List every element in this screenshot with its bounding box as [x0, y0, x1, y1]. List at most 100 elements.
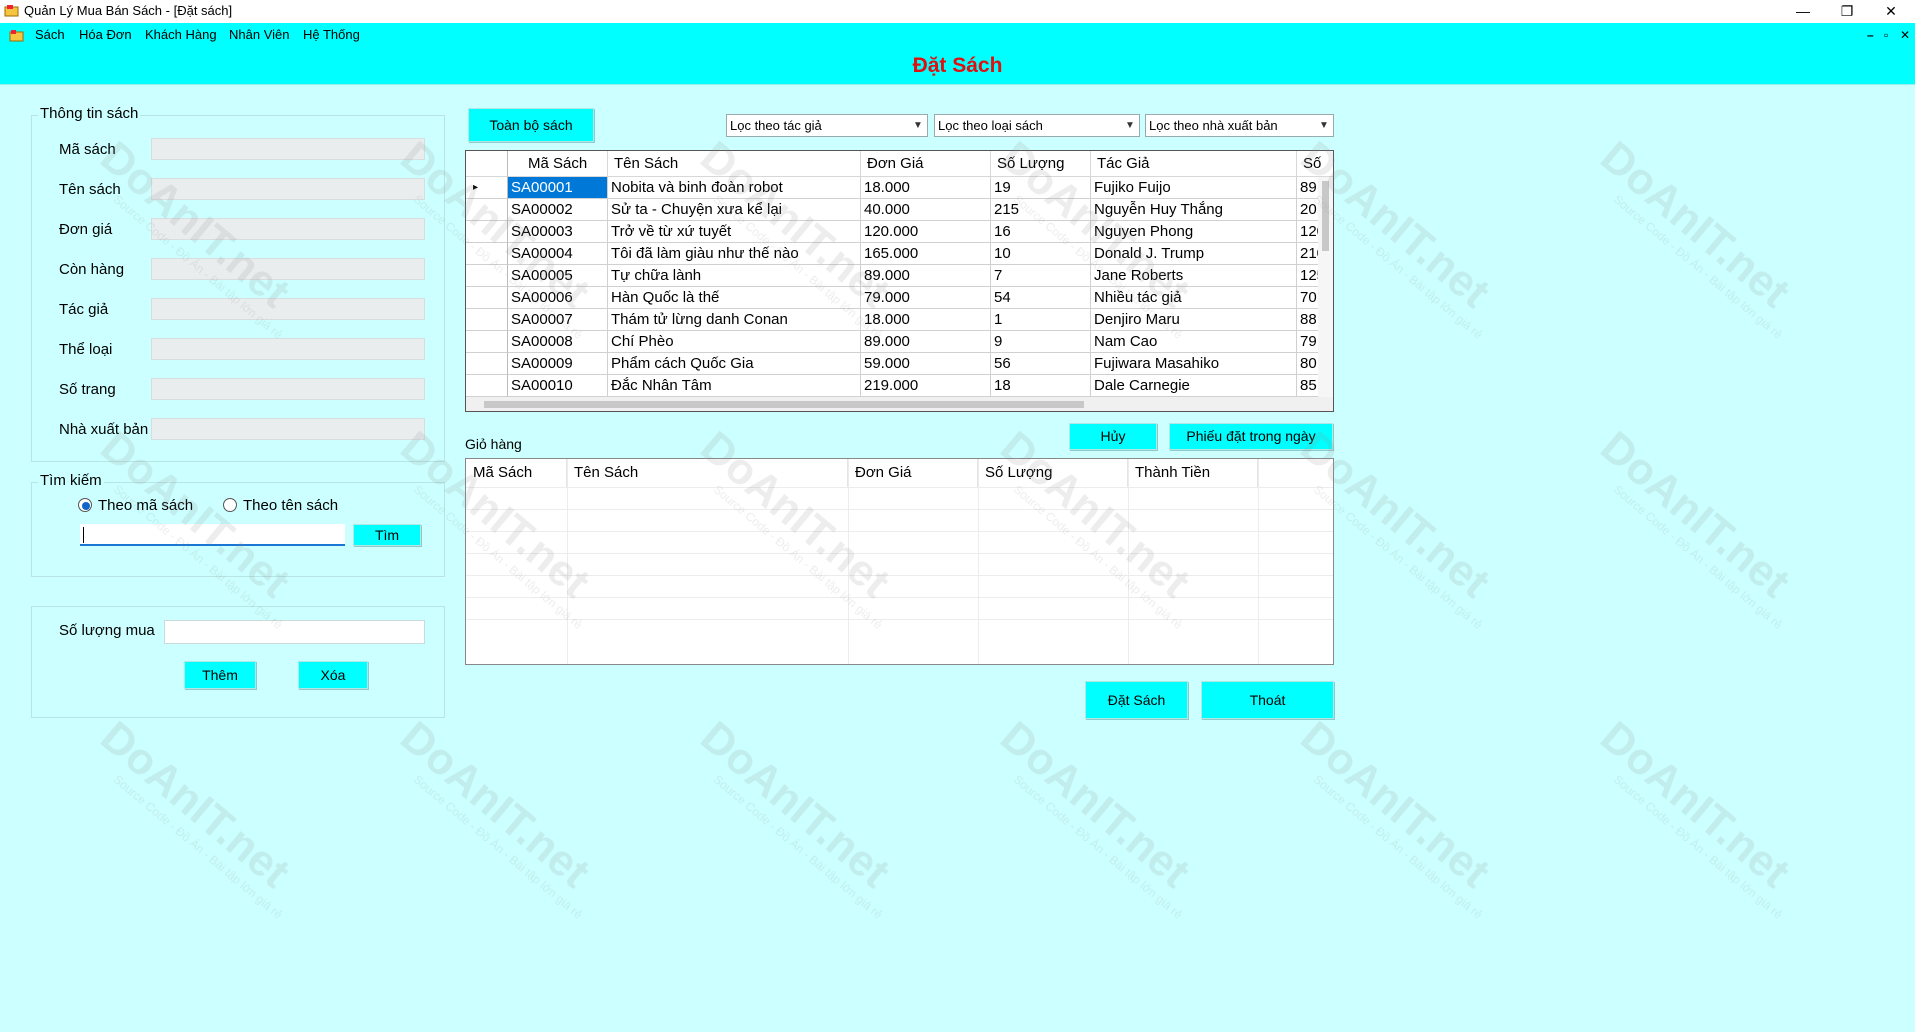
maximize-icon[interactable]: ❐	[1825, 0, 1869, 23]
row-header[interactable]	[466, 309, 508, 331]
table-cell[interactable]: SA00009	[508, 353, 608, 375]
table-cell[interactable]: Chí Phèo	[608, 331, 861, 353]
table-cell[interactable]: 7	[991, 265, 1091, 287]
table-cell[interactable]: SA00006	[508, 287, 608, 309]
scrollbar-thumb[interactable]	[484, 401, 1084, 408]
table-cell[interactable]: 10	[991, 243, 1091, 265]
table-cell[interactable]: SA00004	[508, 243, 608, 265]
col-header-ma-sach[interactable]: Mã Sách	[508, 151, 608, 177]
table-cell[interactable]: Jane Roberts	[1091, 265, 1297, 287]
search-input[interactable]	[80, 524, 345, 546]
table-cell[interactable]: 59.000	[861, 353, 991, 375]
table-cell[interactable]: Hàn Quốc là thế	[608, 287, 861, 309]
close-icon[interactable]: ✕	[1869, 0, 1913, 23]
search-button[interactable]: Tìm	[353, 524, 421, 546]
table-cell[interactable]: 1	[991, 309, 1091, 331]
today-orders-button[interactable]: Phiếu đặt trong ngày	[1169, 423, 1333, 450]
mdi-minimize-icon[interactable]: –	[1867, 26, 1874, 44]
col-header-don-gia[interactable]: Đơn Giá	[861, 151, 991, 177]
author-filter-select[interactable]: Lọc theo tác giả ▼	[726, 114, 928, 137]
radio-by-name[interactable]	[223, 498, 237, 512]
table-cell[interactable]: 54	[991, 287, 1091, 309]
table-cell[interactable]: 79.000	[861, 287, 991, 309]
table-cell[interactable]: Nobita và binh đoàn robot	[608, 177, 861, 199]
order-button[interactable]: Đặt Sách	[1085, 681, 1188, 719]
table-cell[interactable]: Sử ta - Chuyện xưa kể lại	[608, 199, 861, 221]
menu-nhan-vien[interactable]: Nhân Viên	[229, 26, 289, 44]
cart-col-so-luong[interactable]: Số Lượng	[978, 459, 1128, 487]
table-cell[interactable]: 18	[991, 375, 1091, 397]
table-cell[interactable]: 18.000	[861, 309, 991, 331]
all-books-button[interactable]: Toàn bộ sách	[468, 108, 594, 142]
minimize-icon[interactable]: —	[1781, 0, 1825, 23]
radio-by-id[interactable]	[78, 498, 92, 512]
row-header[interactable]: ▸	[466, 177, 508, 199]
table-cell[interactable]: SA00002	[508, 199, 608, 221]
table-cell[interactable]: 215	[991, 199, 1091, 221]
table-cell[interactable]: SA00003	[508, 221, 608, 243]
quantity-input[interactable]	[164, 620, 425, 644]
table-cell[interactable]: Thám tử lừng danh Conan	[608, 309, 861, 331]
vertical-scrollbar[interactable]	[1318, 177, 1333, 397]
table-cell[interactable]: 89.000	[861, 331, 991, 353]
row-header[interactable]	[466, 221, 508, 243]
table-cell[interactable]: SA00007	[508, 309, 608, 331]
category-filter-select[interactable]: Lọc theo loại sách ▼	[934, 114, 1140, 137]
row-header[interactable]	[466, 331, 508, 353]
exit-button[interactable]: Thoát	[1201, 681, 1334, 719]
table-cell[interactable]: Tôi đã làm giàu như thế nào	[608, 243, 861, 265]
row-header[interactable]	[466, 199, 508, 221]
cart-col-ma-sach[interactable]: Mã Sách	[466, 459, 567, 487]
table-cell[interactable]: 9	[991, 331, 1091, 353]
horizontal-scrollbar[interactable]	[466, 397, 1333, 411]
table-cell[interactable]: 19	[991, 177, 1091, 199]
scrollbar-thumb-vertical[interactable]	[1322, 181, 1329, 251]
row-header[interactable]	[466, 287, 508, 309]
col-header-so-luong[interactable]: Số Lượng	[991, 151, 1091, 177]
mdi-restore-icon[interactable]: ▫	[1884, 26, 1888, 44]
table-cell[interactable]: 16	[991, 221, 1091, 243]
row-header[interactable]	[466, 353, 508, 375]
table-cell[interactable]: Dale Carnegie	[1091, 375, 1297, 397]
table-cell[interactable]: Nhiều tác giả	[1091, 287, 1297, 309]
books-grid[interactable]: Mã Sách Tên Sách Đơn Giá Số Lượng Tác Gi…	[465, 150, 1334, 412]
table-cell[interactable]: 40.000	[861, 199, 991, 221]
cart-col-thanh-tien[interactable]: Thành Tiền	[1128, 459, 1258, 487]
table-cell[interactable]: Denjiro Maru	[1091, 309, 1297, 331]
table-cell[interactable]: 89.000	[861, 265, 991, 287]
publisher-filter-select[interactable]: Lọc theo nhà xuất bản ▼	[1145, 114, 1334, 137]
table-cell[interactable]: Fujiko Fuijo	[1091, 177, 1297, 199]
row-header[interactable]	[466, 265, 508, 287]
table-cell[interactable]: SA00005	[508, 265, 608, 287]
col-header-tac-gia[interactable]: Tác Giả	[1091, 151, 1297, 177]
table-cell[interactable]: Donald J. Trump	[1091, 243, 1297, 265]
cart-col-ten-sach[interactable]: Tên Sách	[567, 459, 848, 487]
menu-he-thong[interactable]: Hệ Thống	[303, 26, 360, 44]
add-button[interactable]: Thêm	[184, 661, 256, 689]
row-header[interactable]	[466, 375, 508, 397]
table-cell[interactable]: Đắc Nhân Tâm	[608, 375, 861, 397]
menu-khach-hang[interactable]: Khách Hàng	[145, 26, 217, 44]
cancel-button[interactable]: Hủy	[1069, 423, 1157, 450]
menu-sach[interactable]: Sách	[35, 26, 65, 44]
table-cell[interactable]: Phẩm cách Quốc Gia	[608, 353, 861, 375]
col-header-ten-sach[interactable]: Tên Sách	[608, 151, 861, 177]
table-cell[interactable]: Trở về từ xứ tuyết	[608, 221, 861, 243]
cart-col-don-gia[interactable]: Đơn Giá	[848, 459, 978, 487]
menu-hoa-don[interactable]: Hóa Đơn	[79, 26, 132, 44]
radio-by-id-label[interactable]: Theo mã sách	[98, 497, 193, 514]
table-cell[interactable]: 120.000	[861, 221, 991, 243]
table-cell[interactable]: 165.000	[861, 243, 991, 265]
table-cell[interactable]: Tự chữa lành	[608, 265, 861, 287]
table-cell[interactable]: SA00008	[508, 331, 608, 353]
cart-grid[interactable]: Mã Sách Tên Sách Đơn Giá Số Lượng Thành …	[465, 458, 1334, 665]
table-cell[interactable]: Nam Cao	[1091, 331, 1297, 353]
mdi-close-icon[interactable]: ✕	[1900, 26, 1910, 44]
table-cell[interactable]: Nguyễn Huy Thắng	[1091, 199, 1297, 221]
table-cell[interactable]: Nguyen Phong	[1091, 221, 1297, 243]
table-cell[interactable]: 56	[991, 353, 1091, 375]
table-cell[interactable]: SA00010	[508, 375, 608, 397]
radio-by-name-label[interactable]: Theo tên sách	[243, 497, 338, 514]
col-header-so[interactable]: Số	[1297, 151, 1333, 177]
table-cell[interactable]: 219.000	[861, 375, 991, 397]
